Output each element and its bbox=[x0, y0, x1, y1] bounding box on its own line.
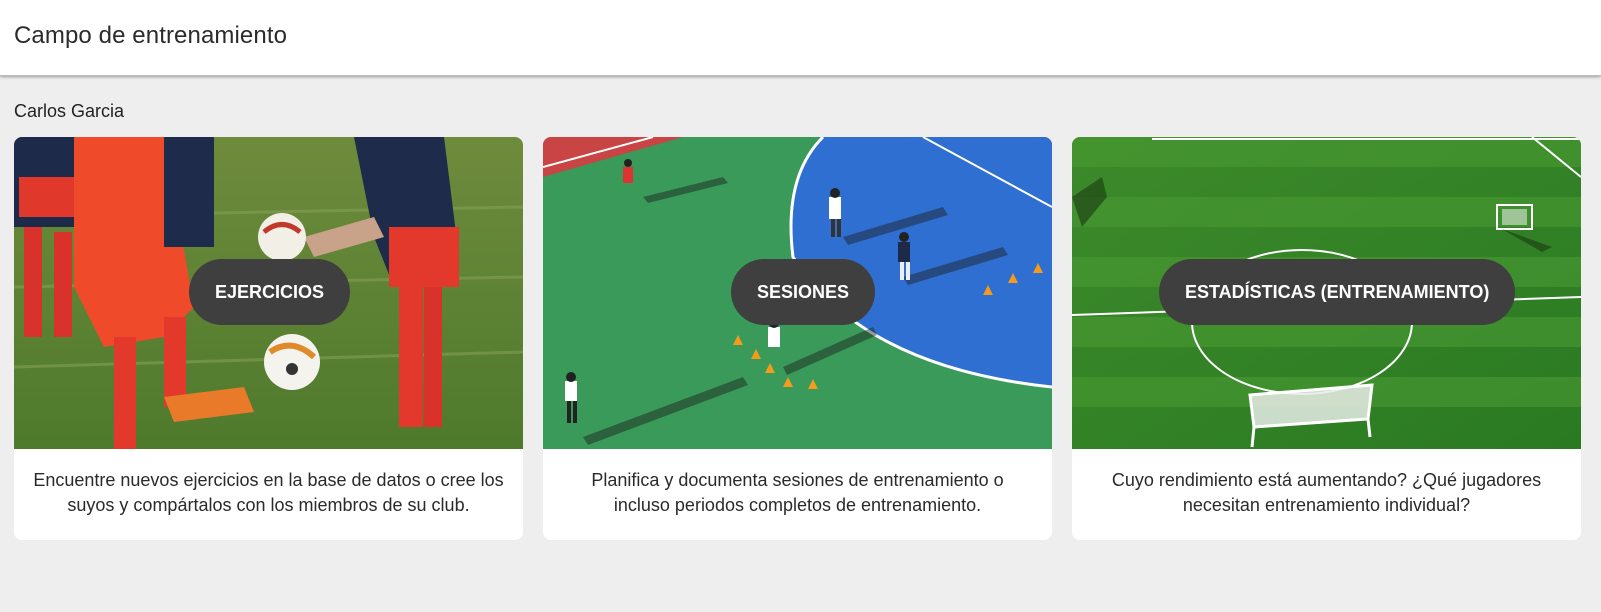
card-ejercicios[interactable]: EJERCICIOS Encuentre nuevos ejercicios e… bbox=[14, 137, 523, 540]
ejercicios-button[interactable]: EJERCICIOS bbox=[189, 259, 351, 325]
page-title: Campo de entrenamiento bbox=[14, 22, 288, 49]
card-estadisticas[interactable]: ESTADÍSTICAS (ENTRENAMIENTO) Cuyo rendim… bbox=[1072, 137, 1581, 540]
card-image-ejercicios: EJERCICIOS bbox=[14, 137, 523, 449]
card-description-estadisticas: Cuyo rendimiento está aumentando? ¿Qué j… bbox=[1111, 470, 1542, 515]
user-name: Carlos Garcia bbox=[14, 101, 125, 121]
card-image-sesiones: SESIONES bbox=[543, 137, 1052, 449]
card-description-ejercicios: Encuentre nuevos ejercicios en la base d… bbox=[33, 470, 504, 515]
card-image-estadisticas: ESTADÍSTICAS (ENTRENAMIENTO) bbox=[1072, 137, 1581, 449]
card-description-sesiones: Planifica y documenta sesiones de entren… bbox=[591, 470, 1004, 515]
sesiones-button[interactable]: SESIONES bbox=[731, 259, 876, 325]
top-app-bar: Campo de entrenamiento bbox=[0, 0, 1601, 76]
card-sesiones[interactable]: SESIONES Planifica y documenta sesiones … bbox=[543, 137, 1052, 540]
estadisticas-button[interactable]: ESTADÍSTICAS (ENTRENAMIENTO) bbox=[1159, 259, 1516, 325]
